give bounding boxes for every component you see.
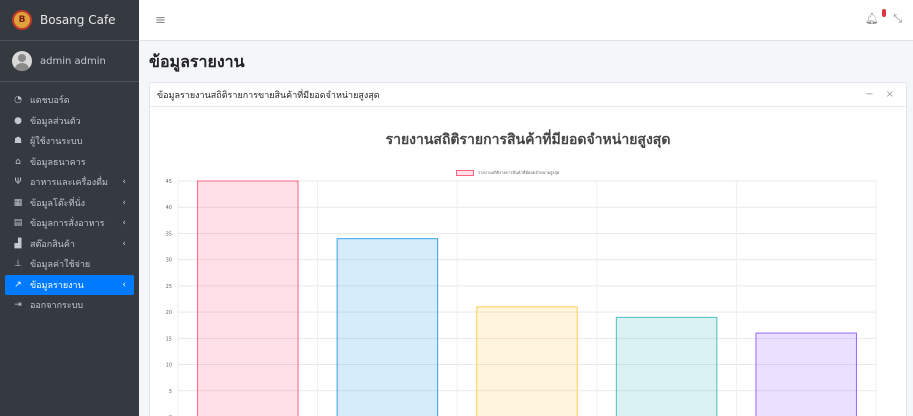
- bank-icon: ⌂: [15, 156, 21, 167]
- report-card: ข้อมูลรายงานสถิติรายการขายสินค้าที่มียอด…: [149, 82, 907, 416]
- menu-toggle-icon[interactable]: ≡: [155, 13, 166, 28]
- brand-name: Bosang Cafe: [40, 13, 116, 27]
- sidebar-item-label: อาหารและเครื่องดื่ม: [30, 178, 108, 189]
- notification-badge: [882, 9, 886, 17]
- sidebar-item-label: ข้อมูลส่วนตัว: [30, 116, 81, 127]
- sidebar-item-label: ผู้ใช้งานระบบ: [30, 137, 83, 148]
- sidebar-item-3[interactable]: ⌂ ข้อมูลธนาคาร: [5, 152, 134, 173]
- clipboard-icon: ▤: [13, 218, 23, 229]
- sidebar-item-1[interactable]: ● ข้อมูลส่วนตัว: [5, 111, 134, 132]
- hand-holding-icon: ⊥: [14, 259, 22, 270]
- card-title: ข้อมูลรายงานสถิติรายการขายสินค้าที่มียอด…: [157, 90, 380, 101]
- brand-logo: B: [12, 10, 32, 30]
- sidebar-item-label: ข้อมูลค่าใช้จ่าย: [30, 260, 91, 271]
- user-circle-icon: ●: [14, 115, 22, 126]
- boxes-icon: ▟: [14, 238, 22, 249]
- chart-area: รายงานสถิติรายการสินค้าที่มียอดจำหน่ายสู…: [150, 107, 906, 416]
- sidebar-item-8[interactable]: ⊥ ข้อมูลค่าใช้จ่าย: [5, 254, 134, 275]
- chevron-left-icon: ‹: [122, 238, 126, 249]
- bar-2[interactable]: [476, 306, 578, 416]
- y-tick-label: 40: [166, 205, 172, 211]
- sidebar-item-label: แดชบอร์ด: [30, 96, 70, 107]
- sidebar-item-label: ข้อมูลการสั่งอาหาร: [30, 219, 105, 230]
- y-tick-label: 30: [166, 258, 172, 264]
- sidebar-nav: ◔ แดชบอร์ด ● ข้อมูลส่วนตัว ☗ ผู้ใช้งานระบบ ⌂ ข้…: [0, 90, 139, 316]
- brand-link[interactable]: B Bosang Cafe: [0, 0, 139, 41]
- y-tick-label: 45: [166, 179, 172, 185]
- sidebar-item-10[interactable]: ⇥ ออกจากระบบ: [5, 295, 134, 316]
- chevron-left-icon: ‹: [122, 218, 126, 229]
- chevron-left-icon: ‹: [122, 177, 126, 188]
- chart-line-icon: ↗: [14, 279, 22, 290]
- sidebar-item-label: ข้อมูลรายงาน: [30, 280, 84, 291]
- sidebar-item-5[interactable]: ▦ ข้อมูลโต๊ะที่นั่ง ‹: [5, 193, 134, 214]
- y-tick-label: 5: [169, 389, 172, 395]
- sidebar-item-label: ข้อมูลธนาคาร: [30, 157, 86, 168]
- y-tick-label: 35: [166, 231, 172, 237]
- page-title: ข้อมูลรายงาน: [149, 52, 245, 71]
- bar-3[interactable]: [615, 316, 718, 416]
- table-icon: ▦: [13, 197, 23, 208]
- bar-4[interactable]: [755, 332, 857, 416]
- sidebar-item-9[interactable]: ↗ ข้อมูลรายงาน ‹: [5, 274, 134, 295]
- topbar: ≡ 🔔︎ ⤡: [139, 0, 913, 41]
- sidebar-item-label: ข้อมูลโต๊ะที่นั่ง: [30, 198, 85, 209]
- bar-chart: 051015202530354045: [166, 179, 877, 416]
- bar-0[interactable]: [197, 180, 299, 416]
- sidebar-item-label: สต๊อกสินค้า: [30, 239, 75, 250]
- sidebar-item-label: ออกจากระบบ: [30, 301, 84, 312]
- user-panel[interactable]: admin admin: [0, 41, 139, 82]
- sidebar-item-2[interactable]: ☗ ผู้ใช้งานระบบ: [5, 131, 134, 152]
- dashboard-icon: ◔: [14, 95, 22, 106]
- close-icon[interactable]: ×: [886, 89, 894, 100]
- y-tick-label: 15: [166, 336, 172, 342]
- sign-out-icon: ⇥: [14, 300, 22, 311]
- y-tick-label: 10: [166, 363, 172, 369]
- sidebar-item-4[interactable]: Ψ อาหารและเครื่องดื่ม ‹: [5, 172, 134, 193]
- sidebar-item-7[interactable]: ▟ สต๊อกสินค้า ‹: [5, 234, 134, 255]
- avatar: [12, 51, 32, 71]
- y-tick-label: 25: [166, 284, 172, 290]
- collapse-icon[interactable]: −: [865, 89, 873, 100]
- sidebar-item-6[interactable]: ▤ ข้อมูลการสั่งอาหาร ‹: [5, 213, 134, 234]
- users-icon: ☗: [13, 136, 23, 147]
- sidebar-item-0[interactable]: ◔ แดชบอร์ด: [5, 90, 134, 111]
- chevron-left-icon: ‹: [122, 197, 126, 208]
- fullscreen-icon[interactable]: ⤡: [893, 12, 902, 26]
- chevron-left-icon: ‹: [122, 279, 126, 290]
- card-header: ข้อมูลรายงานสถิติรายการขายสินค้าที่มียอด…: [150, 83, 906, 107]
- utensils-icon: Ψ: [14, 177, 22, 188]
- bar-1[interactable]: [336, 238, 439, 416]
- user-name: admin admin: [40, 55, 106, 67]
- y-tick-label: 20: [166, 310, 172, 316]
- sidebar: B Bosang Cafe admin admin ◔ แดชบอร์ด ● ข้อม…: [0, 0, 139, 416]
- bell-icon[interactable]: 🔔︎: [865, 12, 879, 25]
